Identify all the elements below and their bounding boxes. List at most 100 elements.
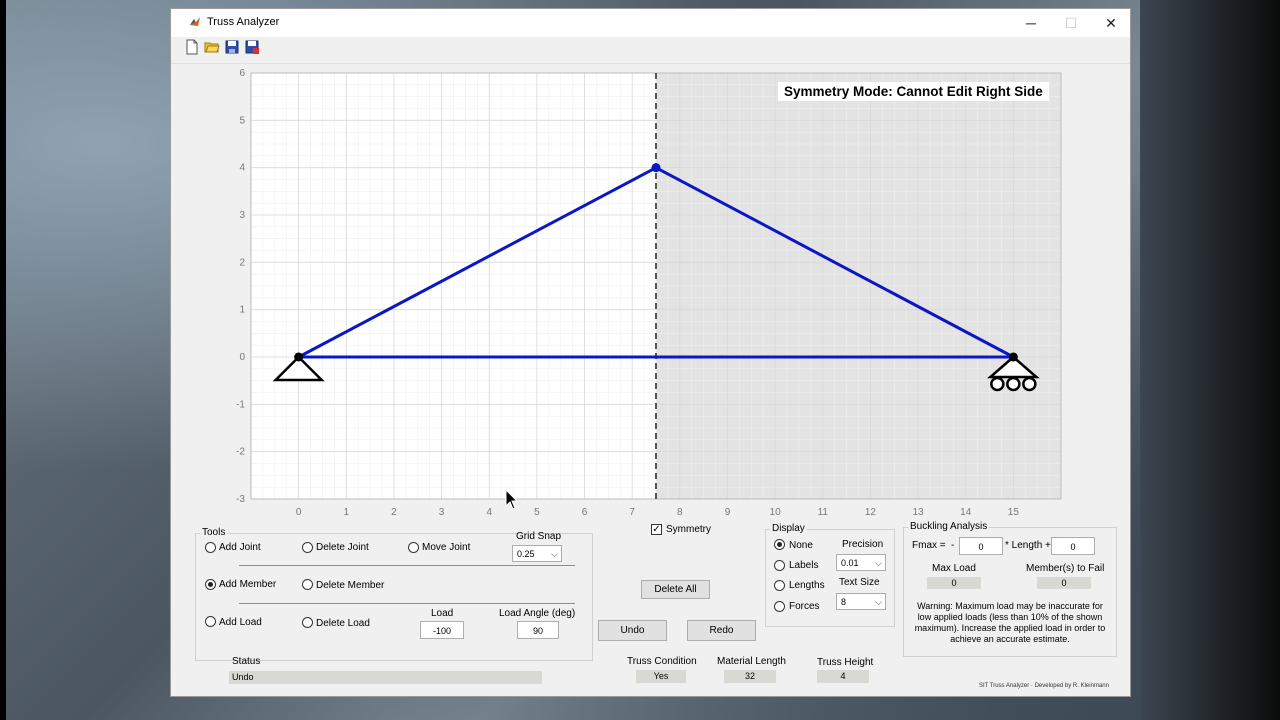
load-input[interactable]: -100 <box>420 621 464 639</box>
x-tick-label: 15 <box>1008 507 1020 518</box>
x-tick-label: 10 <box>770 507 782 518</box>
truss-height-label: Truss Height <box>817 657 874 668</box>
save-icon[interactable] <box>224 39 240 55</box>
display-labels-radio[interactable] <box>774 560 785 571</box>
move-joint-label: Move Joint <box>422 542 471 553</box>
material-length-value: 32 <box>724 670 776 683</box>
add-member-radio[interactable] <box>205 579 216 590</box>
add-load-label: Add Load <box>219 617 262 628</box>
delete-joint-radio[interactable] <box>302 542 313 553</box>
y-tick-label: 0 <box>239 352 245 363</box>
truss-plot[interactable]: 0 1 2 3 4 5 6 7 8 9 10 11 12 13 14 156543210-1-2-3 <box>171 67 1130 527</box>
buckling-title: Buckling Analysis <box>908 521 990 532</box>
x-tick-label: 13 <box>912 507 924 518</box>
matlab-app-icon <box>190 17 200 26</box>
max-load-value: 0 <box>927 577 981 589</box>
load-label: Load <box>431 608 454 619</box>
y-tick-label: -1 <box>236 399 245 410</box>
x-tick-label: 4 <box>486 507 492 518</box>
display-lengths-radio[interactable] <box>774 580 785 591</box>
x-tick-label: 6 <box>582 507 588 518</box>
symmetry-checkbox[interactable]: ✓ <box>651 524 662 535</box>
maximize-button[interactable]: ☐ <box>1051 9 1091 37</box>
y-tick-label: 3 <box>239 210 245 221</box>
text-size-select[interactable]: 8 ⌵ <box>836 593 886 610</box>
delete-load-radio[interactable] <box>302 617 313 628</box>
roller-wheel <box>1006 376 1021 392</box>
x-tick-label: 14 <box>960 507 972 518</box>
truss-analyzer-window: Truss Analyzer ─ ☐ ✕ 0 1 2 3 4 5 6 7 8 9 10 11 12 13 1… <box>170 8 1131 697</box>
save-as-icon[interactable] <box>244 39 260 55</box>
add-joint-label: Add Joint <box>219 542 261 553</box>
fmax-label: Fmax = <box>912 540 946 551</box>
display-none-label: None <box>789 540 813 551</box>
x-tick-label: 9 <box>725 507 731 518</box>
chevron-down-icon: ⌵ <box>875 597 882 607</box>
add-load-radio[interactable] <box>205 616 216 627</box>
members-to-fail-label: Member(s) to Fail <box>1026 563 1105 574</box>
x-tick-label: 0 <box>296 507 302 518</box>
display-forces-label: Forces <box>789 601 820 612</box>
symmetry-banner: Symmetry Mode: Cannot Edit Right Side <box>778 82 1049 101</box>
truss-joint <box>651 163 661 173</box>
precision-select[interactable]: 0.01 ⌵ <box>836 554 886 571</box>
grid-snap-label: Grid Snap <box>516 531 562 542</box>
add-joint-radio[interactable] <box>205 542 216 553</box>
status-value: Undo <box>229 671 542 684</box>
symmetry-label: Symmetry <box>666 524 711 535</box>
y-tick-label: 6 <box>239 68 245 79</box>
y-tick-label: 1 <box>239 305 245 316</box>
tools-divider <box>239 565 575 566</box>
tools-divider <box>239 603 575 604</box>
delete-joint-label: Delete Joint <box>316 542 369 553</box>
window-title: Truss Analyzer <box>207 16 280 28</box>
screen-left-edge <box>0 0 6 720</box>
minimize-button[interactable]: ─ <box>1011 9 1051 37</box>
precision-label: Precision <box>842 539 884 550</box>
display-forces-radio[interactable] <box>774 601 785 612</box>
fmax-input[interactable]: 0 <box>959 537 1003 555</box>
x-tick-label: 8 <box>677 507 683 518</box>
members-to-fail-value: 0 <box>1037 577 1091 589</box>
new-file-icon[interactable] <box>184 39 200 55</box>
move-joint-radio[interactable] <box>408 542 419 553</box>
y-tick-label: 4 <box>239 163 245 174</box>
status-label: Status <box>232 656 261 667</box>
display-lengths-label: Lengths <box>789 580 825 591</box>
length-input[interactable]: 0 <box>1051 537 1095 555</box>
delete-member-label: Delete Member <box>316 580 385 591</box>
grid-snap-select[interactable]: 0.25 ⌵ <box>512 545 562 562</box>
delete-all-button[interactable]: Delete All <box>641 580 710 599</box>
delete-load-label: Delete Load <box>316 618 370 629</box>
precision-value: 0.01 <box>841 558 859 568</box>
display-labels-label: Labels <box>789 560 819 571</box>
close-button[interactable]: ✕ <box>1091 9 1131 37</box>
truss-condition-value: Yes <box>636 670 686 683</box>
screen-right-area <box>1140 0 1280 720</box>
x-tick-label: 5 <box>534 507 540 518</box>
load-angle-input[interactable]: 90 <box>517 621 559 639</box>
x-tick-label: 12 <box>865 507 877 518</box>
length-label: * Length + <box>1005 540 1051 551</box>
max-load-label: Max Load <box>932 563 976 574</box>
y-tick-label: 2 <box>239 257 245 268</box>
open-folder-icon[interactable] <box>204 39 220 55</box>
fmax-minus: - <box>951 540 955 551</box>
add-member-label: Add Member <box>219 579 277 590</box>
truss-condition-label: Truss Condition <box>627 656 697 667</box>
y-tick-label: -3 <box>236 494 245 505</box>
delete-member-radio[interactable] <box>302 579 313 590</box>
x-tick-label: 1 <box>344 507 350 518</box>
truss-joint <box>1008 352 1018 362</box>
display-none-radio[interactable] <box>774 539 785 550</box>
truss-height-value: 4 <box>817 670 869 683</box>
y-tick-label: 5 <box>239 115 245 126</box>
roller-wheel <box>990 376 1005 392</box>
grid-snap-value: 0.25 <box>517 549 535 559</box>
x-tick-label: 2 <box>391 507 397 518</box>
material-length-label: Material Length <box>717 656 786 667</box>
text-size-value: 8 <box>841 597 847 607</box>
redo-button[interactable]: Redo <box>687 620 756 641</box>
undo-button[interactable]: Undo <box>598 620 667 641</box>
buckling-warning: Warning: Maximum load may be inaccurate … <box>914 601 1106 644</box>
